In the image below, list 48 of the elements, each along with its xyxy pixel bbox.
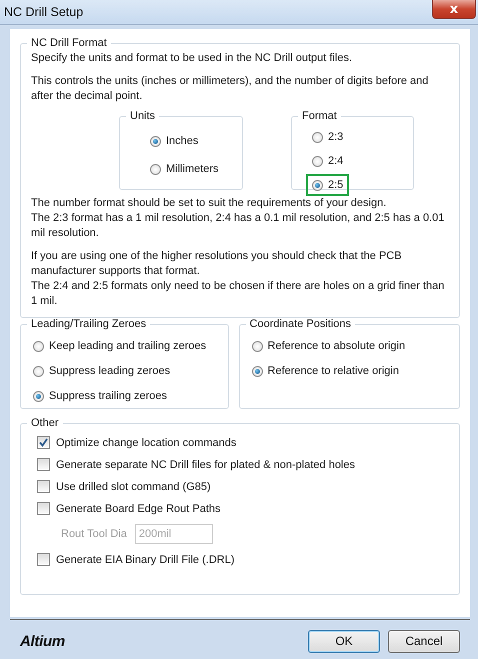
radio-button[interactable] — [252, 366, 263, 376]
checkbox-label[interactable]: Generate Board Edge Rout Paths — [56, 502, 220, 514]
description-text: The 2:3 format has a 1 mil resolution, 2:4 has a 0.1 mil resolution, and 2:5 has a 0.01 mil resolution. — [31, 211, 446, 241]
group-title: Units — [129, 110, 156, 122]
logo: Altium — [20, 632, 65, 650]
description-text: This controls the units (inches or millimeters), and the number of digits before and after the decimal point. — [31, 74, 430, 104]
close-button[interactable]: x — [432, 0, 476, 19]
checkbox-label[interactable]: Use drilled slot command (G85) — [56, 480, 211, 492]
field-label: Rout Tool Dia — [61, 528, 127, 540]
dialog-button[interactable]: Cancel — [388, 630, 460, 652]
description-text: The number format should be set to suit the requirements of your design. — [31, 196, 388, 211]
radio-label[interactable]: Suppress leading zeroes — [49, 365, 170, 377]
window-title: NC Drill Setup — [3, 5, 84, 19]
description-text: Specify the units and format to be used in the NC Drill output files. — [31, 51, 353, 66]
radio-button[interactable] — [252, 340, 263, 352]
radio-button[interactable] — [312, 156, 323, 166]
radio-label[interactable]: 2:4 — [328, 155, 344, 167]
group-title: Other — [30, 417, 60, 429]
checkbox-label[interactable]: Optimize change location commands — [56, 436, 236, 448]
dialog-button[interactable]: OK — [308, 630, 380, 652]
radio-label[interactable]: Reference to relative origin — [268, 365, 399, 377]
radio-label[interactable]: Reference to absolute origin — [268, 340, 406, 352]
description-text: If you are using one of the higher resolutions you should check that the PCB manufacturer supports that format. — [31, 249, 403, 279]
radio-label[interactable]: 2:3 — [328, 131, 344, 143]
group-title: Coordinate Positions — [248, 318, 352, 330]
checkbox[interactable] — [37, 553, 50, 566]
radio-button[interactable] — [150, 136, 161, 146]
radio-button[interactable] — [33, 390, 44, 402]
group-title: Leading/Trailing Zeroes — [30, 318, 148, 330]
radio-button[interactable] — [312, 132, 323, 142]
radio-label[interactable]: Millimeters — [166, 163, 219, 175]
checkbox[interactable] — [37, 436, 50, 449]
radio-button[interactable] — [33, 340, 44, 352]
radio-button[interactable] — [150, 164, 161, 174]
radio-label[interactable]: Inches — [166, 135, 198, 147]
checkbox-label[interactable]: Generate separate NC Drill files for plated & non-plated holes — [56, 458, 355, 470]
description-text: The 2:4 and 2:5 formats only need to be chosen if there are holes on a grid finer than 1 mil. — [31, 279, 446, 309]
radio-button[interactable] — [312, 180, 323, 190]
radio-label[interactable]: Suppress trailing zeroes — [49, 390, 168, 402]
radio-label[interactable]: Keep leading and trailing zeroes — [49, 340, 206, 352]
group-title: Format — [301, 110, 338, 122]
checkbox[interactable] — [37, 502, 50, 515]
radio-label[interactable]: 2:5 — [328, 179, 344, 191]
group-title: NC Drill Format — [30, 37, 108, 49]
checkbox[interactable] — [37, 480, 50, 493]
radio-button[interactable] — [33, 366, 44, 376]
checkbox-label[interactable]: Generate EIA Binary Drill File (.DRL) — [56, 554, 234, 566]
checkbox[interactable] — [37, 458, 50, 471]
